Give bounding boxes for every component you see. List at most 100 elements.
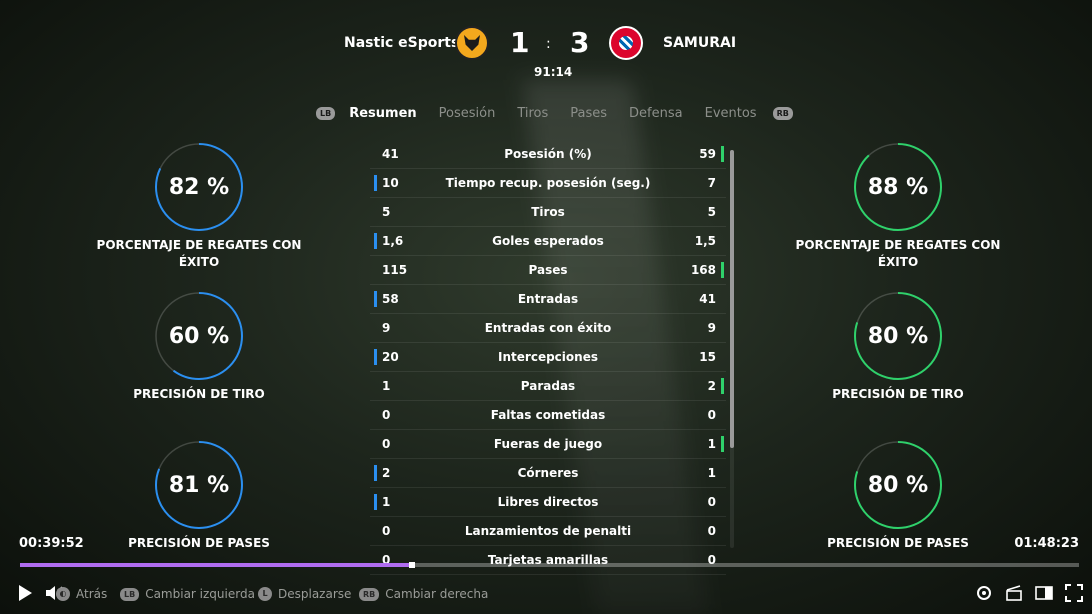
tab-defensa[interactable]: Defensa: [629, 106, 683, 121]
home-score: 1: [510, 26, 530, 59]
stat-away-value: 7: [707, 176, 716, 190]
stat-name: Entradas: [517, 292, 579, 306]
away-score: 3: [570, 26, 590, 59]
stat-name: Tiros: [531, 205, 565, 219]
scrollbar-thumb[interactable]: [730, 150, 734, 448]
stat-away-value: 0: [707, 408, 716, 422]
theater-mode-icon[interactable]: [1035, 584, 1053, 606]
gauge-label-line: PORCENTAJE DE REGATES CON: [96, 238, 302, 252]
progress-handle[interactable]: [408, 562, 415, 568]
gauge-value: 82 %: [168, 174, 230, 200]
stat-name: Paradas: [520, 379, 576, 393]
play-icon[interactable]: [17, 584, 33, 606]
stat-name: Entradas con éxito: [484, 321, 612, 335]
gauge-label-line: PORCENTAJE DE REGATES CON: [795, 238, 1001, 252]
stat-away-value: 59: [699, 147, 716, 161]
tab-tiros[interactable]: Tiros: [517, 106, 548, 121]
stat-row: 0 Faltas cometidas 0: [370, 401, 726, 430]
away-shot-accuracy-gauge: 80 %: [853, 291, 943, 381]
gauge-label-line: ÉXITO: [178, 255, 220, 269]
back-button-icon: ◐: [56, 587, 70, 601]
hint-switch-left[interactable]: LB Cambiar izquierda: [120, 587, 255, 601]
home-dribble-gauge: 82 %: [154, 142, 244, 232]
stat-row: 1,6 Goles esperados 1,5: [370, 227, 726, 256]
home-shot-accuracy-gauge: 60 %: [154, 291, 244, 381]
gauge-label: PRECISIÓN DE PASES: [827, 536, 969, 550]
gauge-value: 60 %: [168, 323, 230, 349]
stat-name: Fueras de juego: [493, 437, 603, 451]
stat-row: 58 Entradas 41: [370, 285, 726, 314]
stat-name: Tiempo recup. posesión (seg.): [445, 176, 651, 190]
stat-name: Lanzamientos de penalti: [464, 524, 632, 538]
hint-switch-right[interactable]: RB Cambiar derecha: [359, 587, 488, 601]
stats-scrollbar[interactable]: [730, 150, 734, 548]
stat-name: Pases: [528, 263, 568, 277]
hint-back-label: Atrás: [76, 587, 108, 601]
stat-name: Faltas cometidas: [490, 408, 606, 422]
gauge-label-line: ÉXITO: [877, 255, 919, 269]
stat-away-value: 0: [707, 524, 716, 538]
stat-away-value: 2: [707, 379, 716, 393]
rb-button-icon[interactable]: RB: [772, 106, 793, 120]
progress-fill: [20, 563, 412, 567]
tab-posesion[interactable]: Posesión: [439, 106, 496, 121]
stat-row: 1 Paradas 2: [370, 372, 726, 401]
away-dribble-gauge: 88 %: [853, 142, 943, 232]
stat-name: Posesión (%): [504, 147, 592, 161]
clip-icon[interactable]: [1005, 584, 1023, 606]
stat-row: 0 Tarjetas amarillas 0: [370, 546, 726, 575]
rb-key-icon: RB: [359, 587, 380, 601]
tab-resumen[interactable]: Resumen: [349, 106, 416, 121]
gauge-label: PRECISIÓN DE TIRO: [832, 387, 964, 401]
stat-away-value: 5: [707, 205, 716, 219]
stat-away-value: 1: [707, 437, 716, 451]
away-pass-accuracy-gauge: 80 %: [853, 440, 943, 530]
stat-away-value: 41: [699, 292, 716, 306]
home-pass-accuracy-gauge: 81 %: [154, 440, 244, 530]
lb-button-icon[interactable]: LB: [316, 106, 336, 120]
gauge-label: PRECISIÓN DE PASES: [128, 536, 270, 550]
current-time: 00:39:52: [19, 536, 84, 551]
tab-pases[interactable]: Pases: [570, 106, 607, 121]
hint-back[interactable]: ◐ Atrás: [56, 587, 107, 601]
score-separator: :: [546, 36, 551, 52]
away-team-name: SAMURAI: [663, 35, 737, 51]
fullscreen-icon[interactable]: [1065, 584, 1083, 606]
stat-name: Córneres: [517, 466, 579, 480]
gauge-value: 88 %: [867, 174, 929, 200]
stat-away-value: 168: [690, 263, 716, 277]
away-crest-icon: [609, 26, 643, 60]
stat-name: Libres directos: [497, 495, 599, 509]
match-clock: 91:14: [534, 65, 573, 79]
tab-eventos[interactable]: Eventos: [705, 106, 757, 121]
stat-row: 115 Pases 168: [370, 256, 726, 285]
stat-name: Intercepciones: [498, 350, 598, 364]
gauge-value: 80 %: [867, 472, 929, 498]
gauge-label: PORCENTAJE DE REGATES CON ÉXITO: [788, 237, 1008, 271]
stat-row: 2 Córneres 1: [370, 459, 726, 488]
total-time: 01:48:23: [1014, 536, 1079, 551]
stat-row: 10 Tiempo recup. posesión (seg.) 7: [370, 169, 726, 198]
lb-key-icon: LB: [120, 587, 140, 601]
stat-away-value: 15: [699, 350, 716, 364]
settings-gear-icon[interactable]: [975, 584, 993, 606]
hint-scroll[interactable]: L Desplazarse: [258, 587, 351, 601]
scoreboard: Nastic eSports 1 : 3 SAMURAI 91:14: [0, 22, 1092, 82]
stat-away-value: 9: [707, 321, 716, 335]
stat-row: 1 Libres directos 0: [370, 488, 726, 517]
stats-table[interactable]: 41 Posesión (%) 59 10 Tiempo recup. posesión…: [370, 140, 726, 575]
progress-bar[interactable]: [20, 562, 1079, 568]
stat-row: 20 Intercepciones 15: [370, 343, 726, 372]
stat-away-value: 1: [707, 466, 716, 480]
gauge-label: PORCENTAJE DE REGATES CON ÉXITO: [89, 237, 309, 271]
gauge-label: PRECISIÓN DE TIRO: [133, 387, 265, 401]
stat-row: 5 Tiros 5: [370, 198, 726, 227]
hint-switch-right-label: Cambiar derecha: [385, 587, 489, 601]
stat-row: 9 Entradas con éxito 9: [370, 314, 726, 343]
left-stick-icon: L: [258, 587, 272, 601]
home-team-name: Nastic eSports: [344, 35, 460, 51]
hint-switch-left-label: Cambiar izquierda: [145, 587, 255, 601]
stat-row: 41 Posesión (%) 59: [370, 140, 726, 169]
gauge-value: 80 %: [867, 323, 929, 349]
stat-away-value: 0: [707, 495, 716, 509]
